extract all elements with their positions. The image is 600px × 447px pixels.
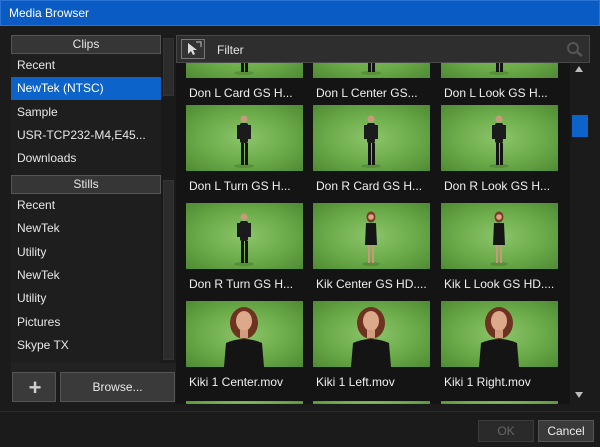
thumbnail-image xyxy=(441,63,558,78)
tile-label: Kiki 1 Right.mov xyxy=(444,375,531,389)
scroll-up-icon[interactable] xyxy=(575,66,583,72)
tile-label: Don L Turn GS H... xyxy=(189,179,291,193)
sidebar-item[interactable]: NewTek xyxy=(11,217,161,240)
sidebar-item[interactable]: NewTek (NTSC) xyxy=(11,77,161,101)
sidebar-item[interactable]: Sample xyxy=(11,101,161,124)
tile-label: Don L Look GS H... xyxy=(444,86,548,100)
thumbnail-image xyxy=(313,301,430,367)
sidebar-item[interactable]: Downloads xyxy=(11,147,161,170)
scroll-down-icon[interactable] xyxy=(575,392,583,398)
cancel-button[interactable]: Cancel xyxy=(538,420,594,442)
sidebar-item[interactable]: NewTek xyxy=(11,264,161,287)
sidebar-item[interactable]: USR-TCP232-M4,E45... xyxy=(11,124,161,147)
filter-bar: Filter xyxy=(176,35,590,63)
thumbnail-image xyxy=(441,203,558,269)
ok-button[interactable]: OK xyxy=(478,420,534,442)
add-location-button[interactable]: + xyxy=(12,372,56,402)
grid-scroll-thumb[interactable] xyxy=(572,115,588,137)
thumbnail-image xyxy=(441,301,558,367)
title-bar: Media Browser xyxy=(0,0,600,26)
plus-icon: + xyxy=(28,375,42,400)
sidebar-item[interactable]: Utility xyxy=(11,287,161,310)
tile-label: Don R Look GS H... xyxy=(444,179,551,193)
thumbnail-image xyxy=(313,401,430,404)
tile-label: Don R Turn GS H... xyxy=(189,277,294,291)
search-icon[interactable] xyxy=(566,41,584,60)
stills-scroll-thumb[interactable] xyxy=(163,180,174,360)
panel-divider xyxy=(11,363,176,372)
tile-label: Kik Center GS HD.... xyxy=(316,277,427,291)
thumbnail-image xyxy=(186,401,303,404)
thumbnail-image xyxy=(313,105,430,171)
thumbnail-image xyxy=(186,203,303,269)
sidebar-scroll-thumb[interactable] xyxy=(163,38,174,96)
stills-section-header: Stills xyxy=(11,175,161,194)
clips-section-header: Clips xyxy=(11,35,161,54)
window-title: Media Browser xyxy=(9,6,90,20)
thumbnail-image xyxy=(186,301,303,367)
filter-label: Filter xyxy=(217,43,244,57)
tile-label: Kiki 1 Left.mov xyxy=(316,375,395,389)
tile-label: Don R Card GS H... xyxy=(316,179,423,193)
thumbnail-image xyxy=(313,63,430,78)
sidebar-item[interactable]: Recent xyxy=(11,194,161,217)
sidebar-item[interactable]: Skype TX xyxy=(11,334,161,357)
pointer-select-icon[interactable] xyxy=(181,39,205,59)
tile-label: Don L Center GS... xyxy=(316,86,418,100)
sidebar-item[interactable]: Pictures xyxy=(11,311,161,334)
source-list-panel: Clips Recent NewTek (NTSC) Sample USR-TCP23… xyxy=(11,35,176,363)
thumbnail-image xyxy=(441,105,558,171)
thumbnail-image xyxy=(186,63,303,78)
tile-label: Don L Card GS H... xyxy=(189,86,293,100)
media-thumbnail-grid: Don L Card GS H... Don L Center GS... Don … xyxy=(176,63,570,404)
tile-label: Kik L Look GS HD.... xyxy=(444,277,555,291)
thumbnail-image xyxy=(186,105,303,171)
thumbnail-image xyxy=(313,203,430,269)
browse-button[interactable]: Browse... xyxy=(60,372,175,402)
sidebar-item[interactable]: Recent xyxy=(11,54,161,77)
tile-label: Kiki 1 Center.mov xyxy=(189,375,284,389)
sidebar-item[interactable]: Utility xyxy=(11,241,161,264)
thumbnail-image xyxy=(441,401,558,404)
